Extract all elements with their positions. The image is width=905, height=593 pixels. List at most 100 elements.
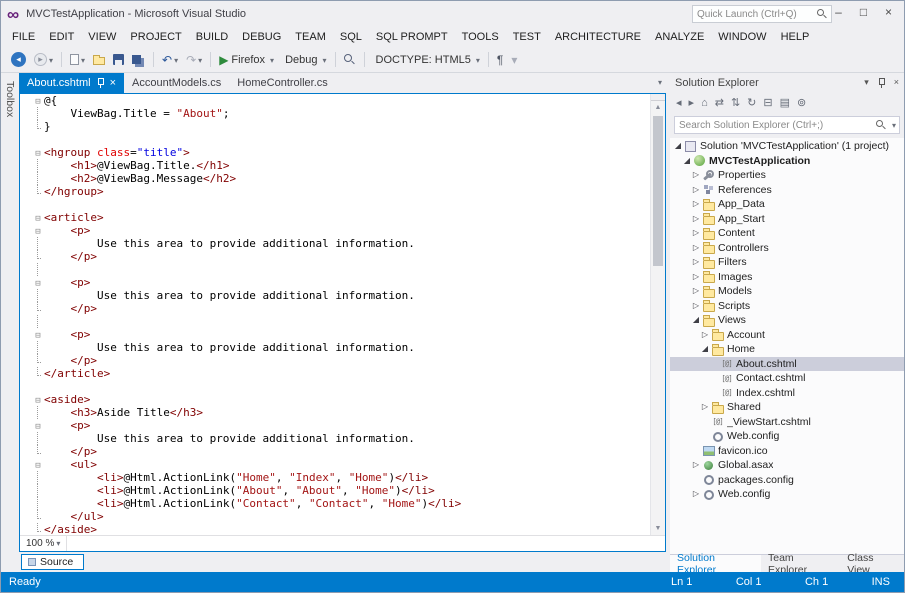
tree-item-views[interactable]: ◢Views [670,313,904,328]
expand-icon[interactable]: ▷ [691,200,701,208]
home-icon[interactable]: ⌂ [701,98,708,109]
code-line[interactable]: <p> [32,419,650,432]
quick-launch-input[interactable] [693,9,817,20]
document-list-dropdown-icon[interactable] [656,76,662,88]
code-line[interactable]: <p> [32,328,650,341]
menu-item-file[interactable]: FILE [5,31,42,43]
expand-icon[interactable]: ▷ [700,331,710,339]
expand-icon[interactable]: ▷ [691,461,701,469]
scrollbar-splitter[interactable] [651,94,665,101]
format-the-whole-document-button[interactable]: ¶ [494,52,506,68]
code-line[interactable]: </article> [32,367,650,380]
source-view-tab[interactable]: Source [21,554,84,570]
close-icon[interactable]: × [894,78,899,87]
navigate-forward-button[interactable]: ▸ [31,51,56,68]
fold-toggle-icon[interactable] [32,211,44,224]
code-line[interactable]: </p> [32,302,650,315]
tree-item-account[interactable]: ▷Account [670,328,904,343]
tree-item-mvctestapplication[interactable]: ◢MVCTestApplication [670,154,904,169]
fold-toggle-icon[interactable] [32,146,44,159]
back-icon[interactable]: ◂ [676,98,682,109]
sync-with-active-document-icon[interactable]: ⇅ [731,98,740,109]
scroll-up-icon[interactable] [651,101,665,114]
tree-item-index-cshtml[interactable]: [@]Index.cshtml [670,386,904,401]
code-line[interactable] [32,315,650,328]
code-line[interactable]: <ul> [32,458,650,471]
code-line[interactable]: @{ [32,94,650,107]
minimize-button[interactable]: – [826,1,851,23]
tree-item-web-config[interactable]: Web.config [670,429,904,444]
tree-item-models[interactable]: ▷Models [670,284,904,299]
maximize-button[interactable]: □ [851,1,876,23]
tree-item-viewstart-cshtml[interactable]: [@]_ViewStart.cshtml [670,415,904,430]
expand-icon[interactable]: ▷ [691,244,701,252]
tree-item-favicon-ico[interactable]: favicon.ico [670,444,904,459]
open-file-button[interactable] [90,52,108,67]
collapse-all-icon[interactable]: ⊟ [763,98,772,109]
code-line[interactable]: </hgroup> [32,185,650,198]
start-debug-button[interactable]: ▶Firefox [216,52,277,68]
zoom-control[interactable]: 100 % [20,536,67,551]
toolbox-tab[interactable]: Toolbox [1,73,19,572]
fold-toggle-icon[interactable] [32,393,44,406]
doctype-button[interactable]: DOCTYPE: HTML5 [370,52,483,68]
tree-item-shared[interactable]: ▷Shared [670,400,904,415]
tree-item-images[interactable]: ▷Images [670,270,904,285]
new-file-button[interactable] [67,52,88,68]
expand-icon[interactable]: ▷ [691,171,701,179]
code-line[interactable] [32,198,650,211]
forward-icon[interactable]: ▸ [689,98,695,109]
save-all-button[interactable] [129,53,148,66]
code-line[interactable]: ViewBag.Title = "About"; [32,107,650,120]
tree-item-scripts[interactable]: ▷Scripts [670,299,904,314]
undo-button[interactable]: ↶ [159,52,181,68]
menu-item-build[interactable]: BUILD [189,31,235,43]
scroll-down-icon[interactable] [651,522,665,535]
code-line[interactable]: </p> [32,250,650,263]
show-all-files-icon[interactable]: ▤ [780,98,790,109]
menu-item-sql-prompt[interactable]: SQL PROMPT [369,31,455,43]
tree-item-filters[interactable]: ▷Filters [670,255,904,270]
panel-tab-class-view[interactable]: Class View [840,555,904,572]
code-line[interactable] [32,380,650,393]
menu-item-help[interactable]: HELP [774,31,817,43]
panel-tab-solution-explorer[interactable]: Solution Explorer [670,555,761,572]
toolbar-options-button[interactable]: ▾ [508,52,520,68]
expand-icon[interactable]: ▷ [691,258,701,266]
tree-item-references[interactable]: ▷References [670,183,904,198]
code-line[interactable]: <p> [32,276,650,289]
properties-icon[interactable]: ⊚ [797,98,806,109]
code-editor[interactable]: @{ ViewBag.Title = "About";}<hgroup clas… [32,94,650,535]
menu-item-debug[interactable]: DEBUG [235,31,288,43]
code-line[interactable]: Use this area to provide additional info… [32,341,650,354]
switch-views-icon[interactable]: ⇄ [715,98,724,109]
menu-item-edit[interactable]: EDIT [42,31,81,43]
pin-icon[interactable] [877,78,886,88]
code-line[interactable]: <aside> [32,393,650,406]
tree-item-home[interactable]: ◢Home [670,342,904,357]
tree-item-global-asax[interactable]: ▷Global.asax [670,458,904,473]
expand-icon[interactable]: ▷ [691,186,701,194]
menu-item-window[interactable]: WINDOW [711,31,773,43]
expand-icon[interactable]: ▷ [691,215,701,223]
expand-icon[interactable]: ▷ [691,229,701,237]
code-line[interactable]: <h2>@ViewBag.Message</h2> [32,172,650,185]
refresh-icon[interactable]: ↻ [747,98,756,109]
code-line[interactable]: Use this area to provide additional info… [32,289,650,302]
tree-item-properties[interactable]: ▷Properties [670,168,904,183]
expand-icon[interactable]: ▷ [691,273,701,281]
code-line[interactable]: Use this area to provide additional info… [32,432,650,445]
tree-item-about-cshtml[interactable]: [@]About.cshtml [670,357,904,372]
fold-toggle-icon[interactable] [32,224,44,237]
code-line[interactable]: Use this area to provide additional info… [32,237,650,250]
close-button[interactable]: × [876,1,901,23]
navigate-backward-button[interactable]: ◂ [8,50,29,69]
menu-item-view[interactable]: VIEW [81,31,123,43]
solution-configurations-button[interactable]: Debug [279,52,329,68]
code-line[interactable]: <h1>@ViewBag.Title.</h1> [32,159,650,172]
tree-item-content[interactable]: ▷Content [670,226,904,241]
code-line[interactable] [32,133,650,146]
code-line[interactable]: <h3>Aside Title</h3> [32,406,650,419]
collapse-icon[interactable]: ◢ [673,142,683,150]
code-line[interactable]: </p> [32,354,650,367]
